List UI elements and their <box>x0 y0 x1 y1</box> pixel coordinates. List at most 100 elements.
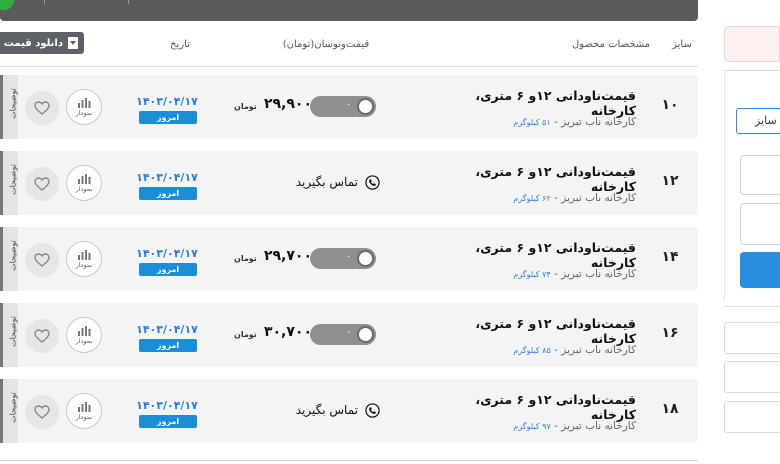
chart-button[interactable]: نمودار <box>66 393 102 429</box>
filter-field[interactable] <box>740 155 780 195</box>
price-change-toggle[interactable]: ۰ <box>310 96 376 117</box>
chart-label: نمودار <box>75 337 93 345</box>
price-cell: تومان ۳۰,۷۰۰ ۰ <box>228 324 378 346</box>
product-subtitle: کارخانه ناب تبریز - ۸۵ کیلوگرم <box>430 338 636 357</box>
product-weight: ۷۴ کیلوگرم <box>513 270 551 279</box>
chart-button[interactable]: نمودار <box>66 241 102 277</box>
currency-label: تومان <box>234 330 257 339</box>
table-row: توضیحات نمودار ۱۴۰۳/۰۴/۱۷ امروز تماس بگی… <box>0 379 698 443</box>
product-size: ۱۴ <box>661 249 679 265</box>
download-price-button[interactable]: دانلود قیمت <box>0 32 84 54</box>
table-row: توضیحات نمودار ۱۴۰۳/۰۴/۱۷ امروز تماس بگی… <box>0 151 698 215</box>
price-date: ۱۴۰۳/۰۴/۱۷ <box>136 95 198 108</box>
notes-label: توضیحات <box>8 316 18 347</box>
factory-name: کارخانه ناب تبریز - <box>550 268 636 280</box>
price-date: ۱۴۰۳/۰۴/۱۷ <box>136 171 198 184</box>
price-date: ۱۴۰۳/۰۴/۱۷ <box>136 399 198 412</box>
heart-icon <box>34 177 50 191</box>
price-date: ۱۴۰۳/۰۴/۱۷ <box>136 247 198 260</box>
product-subtitle: کارخانه ناب تبریز - ۹۷ کیلوگرم <box>430 414 636 433</box>
today-badge: امروز <box>139 339 197 352</box>
chart-label: نمودار <box>75 413 93 421</box>
filter-input[interactable] <box>724 361 780 393</box>
price-cell: تومان ۲۹,۷۰۰ ۰ <box>228 248 378 270</box>
today-badge: امروز <box>139 111 197 124</box>
factory-name: کارخانه ناب تبریز - <box>550 344 636 356</box>
notes-tab[interactable]: توضیحات <box>0 227 18 291</box>
notes-tab[interactable]: توضیحات <box>0 303 18 367</box>
notes-label: توضیحات <box>8 88 18 119</box>
chart-label: نمودار <box>75 109 93 117</box>
product-weight: ۶۲ کیلوگرم <box>513 194 551 203</box>
product-weight: ۹۷ کیلوگرم <box>513 422 551 431</box>
phone-icon <box>364 402 380 418</box>
table-row: توضیحات نمودار ۱۴۰۳/۰۴/۱۷ امروز تومان ۲۹… <box>0 75 698 139</box>
today-badge: امروز <box>139 415 197 428</box>
currency-label: تومان <box>234 102 257 111</box>
price-value: ۲۹,۷۰۰ <box>263 248 313 264</box>
price-date: ۱۴۰۳/۰۴/۱۷ <box>136 323 198 336</box>
favorite-button[interactable] <box>25 167 59 201</box>
top-bar <box>0 0 698 21</box>
price-change-toggle[interactable]: ۰ <box>310 248 376 269</box>
bar-chart-icon <box>78 98 91 108</box>
download-icon <box>68 37 78 49</box>
notes-label: توضیحات <box>8 164 18 195</box>
chart-button[interactable]: نمودار <box>66 89 102 125</box>
product-size: ۱۲ <box>661 173 679 189</box>
header-price: قیمت‌ونوسان(تومان) <box>282 39 370 50</box>
table-row: توضیحات نمودار ۱۴۰۳/۰۴/۱۷ امروز تومان ۳۰… <box>0 303 698 367</box>
top-divider <box>44 0 45 4</box>
chart-button[interactable]: نمودار <box>66 317 102 353</box>
phone-icon <box>364 174 380 190</box>
price-change-toggle[interactable]: ۰ <box>310 324 376 345</box>
download-button-label: دانلود قیمت <box>3 37 63 49</box>
toggle-knob <box>357 98 374 115</box>
chart-button[interactable]: نمودار <box>66 165 102 201</box>
favorite-button[interactable] <box>25 243 59 277</box>
contact-label: تماس بگیرید <box>295 175 358 189</box>
heart-icon <box>34 253 50 267</box>
contact-cell[interactable]: تماس بگیرید <box>280 400 380 420</box>
notes-label: توضیحات <box>8 392 18 423</box>
today-badge: امروز <box>139 263 197 276</box>
toggle-knob <box>357 250 374 267</box>
today-badge: امروز <box>139 187 197 200</box>
filter-input[interactable] <box>724 322 780 354</box>
table-bottom-divider <box>0 460 698 461</box>
toggle-knob <box>357 326 374 343</box>
filter-apply-button[interactable] <box>740 252 780 288</box>
contact-cell[interactable]: تماس بگیرید <box>280 172 380 192</box>
price-value: ۲۹,۹۰۰ <box>263 96 313 112</box>
header-divider <box>0 66 698 67</box>
sort-size-button[interactable]: سایز <box>736 108 780 134</box>
notes-label: توضیحات <box>8 240 18 271</box>
filter-divider <box>724 306 780 307</box>
chart-label: نمودار <box>75 261 93 269</box>
factory-name: کارخانه ناب تبریز - <box>550 420 636 432</box>
favorite-button[interactable] <box>25 319 59 353</box>
price-cell: تومان ۲۹,۹۰۰ ۰ <box>228 96 378 118</box>
product-size: ۱۰ <box>661 97 679 113</box>
notes-tab[interactable]: توضیحات <box>0 379 18 443</box>
table-row: توضیحات نمودار ۱۴۰۳/۰۴/۱۷ امروز تومان ۲۹… <box>0 227 698 291</box>
notes-tab[interactable]: توضیحات <box>0 75 18 139</box>
header-date: تاریخ <box>170 39 190 50</box>
price-change-value: ۰ <box>346 251 352 262</box>
favorite-button[interactable] <box>25 91 59 125</box>
header-size: سایز <box>672 39 692 50</box>
notes-tab[interactable]: توضیحات <box>0 151 18 215</box>
bar-chart-icon <box>78 402 91 412</box>
header-spec: مشخصات محصول <box>572 39 650 50</box>
favorite-button[interactable] <box>25 395 59 429</box>
filter-field[interactable] <box>740 203 780 245</box>
price-change-value: ۰ <box>346 99 352 110</box>
heart-icon <box>34 101 50 115</box>
top-divider <box>128 0 129 4</box>
filter-input[interactable] <box>724 401 780 433</box>
factory-name: کارخانه ناب تبریز - <box>550 116 636 128</box>
bar-chart-icon <box>78 326 91 336</box>
product-size: ۱۶ <box>661 325 679 341</box>
product-subtitle: کارخانه ناب تبریز - ۷۴ کیلوگرم <box>430 262 636 281</box>
filter-alert-box <box>724 26 780 62</box>
